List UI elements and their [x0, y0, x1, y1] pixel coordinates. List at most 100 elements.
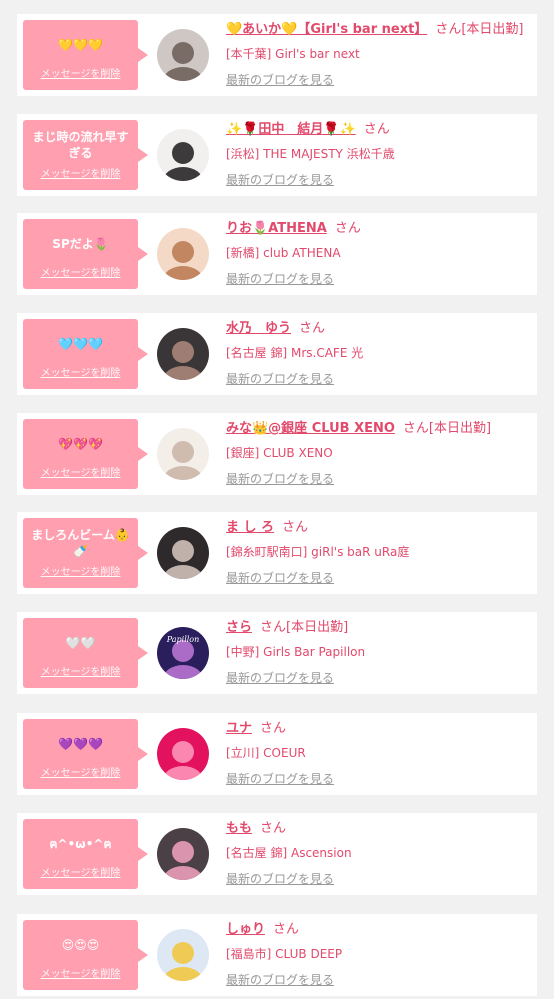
latest-blog-link[interactable]: 最新のブログを見る: [226, 869, 533, 889]
shop-name: [名古屋 錦] Mrs.CAFE 光: [226, 346, 364, 360]
delete-message-link[interactable]: メッセージを削除: [23, 663, 138, 678]
avatar[interactable]: [157, 228, 209, 280]
cast-name-link[interactable]: りお🌷ATHENA: [226, 221, 327, 236]
message-bubble: 😍😍😍 メッセージを削除: [23, 920, 148, 990]
latest-blog-link[interactable]: 最新のブログを見る: [226, 769, 533, 789]
avatar-sign-text: Papillon: [166, 635, 200, 644]
avatar-photo: Papillon: [157, 627, 209, 679]
working-today-badge: [本日出勤]: [428, 421, 492, 436]
shop-name: [本千葉] Girl's bar next: [226, 47, 360, 61]
cast-name-link[interactable]: さら: [226, 620, 252, 635]
cast-name-link[interactable]: みな👑@銀座 CLUB XENO: [226, 421, 395, 436]
cast-name-link[interactable]: ✨🌹田中 結月🌹✨: [226, 122, 356, 137]
avatar-head: [172, 841, 194, 863]
delete-message-link[interactable]: メッセージを削除: [23, 364, 138, 379]
message-card: 🤍🤍 メッセージを削除 Papillon さら さん[本日出勤] [中野] Gir…: [17, 612, 537, 694]
profile-info: ユナ さん [立川] COEUR 最新のブログを見る: [226, 718, 533, 789]
cast-name-link[interactable]: しゅり: [226, 922, 265, 937]
profile-info: 水乃 ゆう さん [名古屋 錦] Mrs.CAFE 光 最新のブログを見る: [226, 318, 533, 389]
delete-message-link[interactable]: メッセージを削除: [23, 864, 138, 879]
cast-name-link[interactable]: 💛あいか💛【Girl's bar next】: [226, 22, 427, 37]
honorific: さん: [402, 421, 429, 436]
avatar-photo: [157, 828, 209, 880]
delete-message-link[interactable]: メッセージを削除: [23, 464, 138, 479]
message-bubble: SPだよ🌷 メッセージを削除: [23, 219, 148, 289]
message-bubble: まじ時の流れ早すぎる メッセージを削除: [23, 120, 148, 190]
latest-blog-link[interactable]: 最新のブログを見る: [226, 369, 533, 389]
message-bubble: 🤍🤍 メッセージを削除: [23, 618, 148, 688]
message-bubble: 💜💜💜 メッセージを削除: [23, 719, 148, 789]
message-text: 💜💜💜: [58, 737, 103, 751]
avatar[interactable]: [157, 129, 209, 181]
shop-name: [名古屋 錦] Ascension: [226, 846, 352, 860]
avatar-head: [172, 441, 194, 463]
delete-message-link[interactable]: メッセージを削除: [23, 65, 138, 80]
honorific: さん: [334, 221, 361, 236]
avatar[interactable]: [157, 328, 209, 380]
message-card: ましろんビーム👶🍼 メッセージを削除 ま し ろさん [錦糸町駅南口] giRl…: [17, 512, 537, 594]
delete-message-link[interactable]: メッセージを削除: [23, 165, 138, 180]
cast-name-link[interactable]: ユナ: [226, 721, 252, 736]
delete-message-link[interactable]: メッセージを削除: [23, 563, 138, 578]
cast-name-link[interactable]: 水乃 ゆう: [226, 321, 291, 336]
avatar[interactable]: [157, 527, 209, 579]
message-bubble: 🩵🩵🩵 メッセージを削除: [23, 319, 148, 389]
avatar[interactable]: [157, 29, 209, 81]
message-text: 😍😍😍: [61, 938, 100, 952]
avatar-head: [172, 540, 194, 562]
avatar-photo: [157, 29, 209, 81]
honorific: さん: [260, 620, 287, 635]
avatar-head: [172, 241, 194, 263]
latest-blog-link[interactable]: 最新のブログを見る: [226, 170, 533, 190]
message-text: 💖💖💖: [58, 437, 103, 451]
avatar-photo: [157, 728, 209, 780]
avatar[interactable]: [157, 828, 209, 880]
avatar-photo: [157, 929, 209, 981]
latest-blog-link[interactable]: 最新のブログを見る: [226, 70, 533, 90]
delete-message-link[interactable]: メッセージを削除: [23, 264, 138, 279]
avatar-head: [172, 142, 194, 164]
honorific: さん: [299, 321, 326, 336]
honorific: さん: [282, 520, 309, 535]
latest-blog-link[interactable]: 最新のブログを見る: [226, 970, 533, 990]
avatar-head: [172, 942, 194, 964]
latest-blog-link[interactable]: 最新のブログを見る: [226, 668, 533, 688]
profile-info: 💛あいか💛【Girl's bar next】 さん[本日出勤] [本千葉] Gir…: [226, 19, 533, 90]
avatar-photo: [157, 527, 209, 579]
message-text: ましろんビーム👶🍼: [31, 528, 130, 558]
avatar[interactable]: [157, 428, 209, 480]
latest-blog-link[interactable]: 最新のブログを見る: [226, 269, 533, 289]
shop-name: [中野] Girls Bar Papillon: [226, 645, 366, 659]
message-card: 💜💜💜 メッセージを削除 ユナ さん [立川] COEUR 最新のブログを見る: [17, 713, 537, 795]
profile-info: ま し ろさん [錦糸町駅南口] giRl's baR uRa庭 最新のブログを…: [226, 517, 533, 588]
shop-name: [新橋] club ATHENA: [226, 246, 341, 260]
message-bubble: ましろんビーム👶🍼 メッセージを削除: [23, 518, 148, 588]
delete-message-link[interactable]: メッセージを削除: [23, 764, 138, 779]
message-text: SPだよ🌷: [52, 237, 109, 251]
avatar[interactable]: Papillon: [157, 627, 209, 679]
shop-name: [錦糸町駅南口] giRl's baR uRa庭: [226, 545, 410, 559]
shop-name: [福島市] CLUB DEEP: [226, 947, 343, 961]
profile-info: みな👑@銀座 CLUB XENO さん[本日出勤] [銀座] CLUB XENO …: [226, 418, 533, 489]
working-today-badge: [本日出勤]: [461, 22, 524, 37]
avatar-head: [172, 341, 194, 363]
delete-message-link[interactable]: メッセージを削除: [23, 965, 138, 980]
avatar[interactable]: [157, 728, 209, 780]
message-bubble: 💛💛💛 メッセージを削除: [23, 20, 148, 90]
cast-name-link[interactable]: もも: [226, 821, 252, 836]
message-text: ฅ^•ω•^ฅ: [49, 837, 112, 851]
message-card: 😍😍😍 メッセージを削除 しゅり さん [福島市] CLUB DEEP 最新のブロ…: [17, 914, 537, 996]
profile-info: しゅり さん [福島市] CLUB DEEP 最新のブログを見る: [226, 919, 533, 990]
message-card: 🩵🩵🩵 メッセージを削除 水乃 ゆう さん [名古屋 錦] Mrs.CAFE 光 …: [17, 313, 537, 395]
latest-blog-link[interactable]: 最新のブログを見る: [226, 469, 533, 489]
avatar-photo: [157, 328, 209, 380]
avatar[interactable]: [157, 929, 209, 981]
latest-blog-link[interactable]: 最新のブログを見る: [226, 568, 533, 588]
message-card: SPだよ🌷 メッセージを削除 りお🌷ATHENA さん [新橋] club ATH…: [17, 213, 537, 295]
cast-name-link[interactable]: ま し ろ: [226, 520, 274, 535]
avatar-photo: [157, 129, 209, 181]
message-text: まじ時の流れ早すぎる: [32, 130, 129, 160]
avatar-photo: [157, 428, 209, 480]
message-card: 💛💛💛 メッセージを削除 💛あいか💛【Girl's bar next】 さん[本日…: [17, 14, 537, 96]
profile-info: さら さん[本日出勤] [中野] Girls Bar Papillon 最新のブロ…: [226, 617, 533, 688]
